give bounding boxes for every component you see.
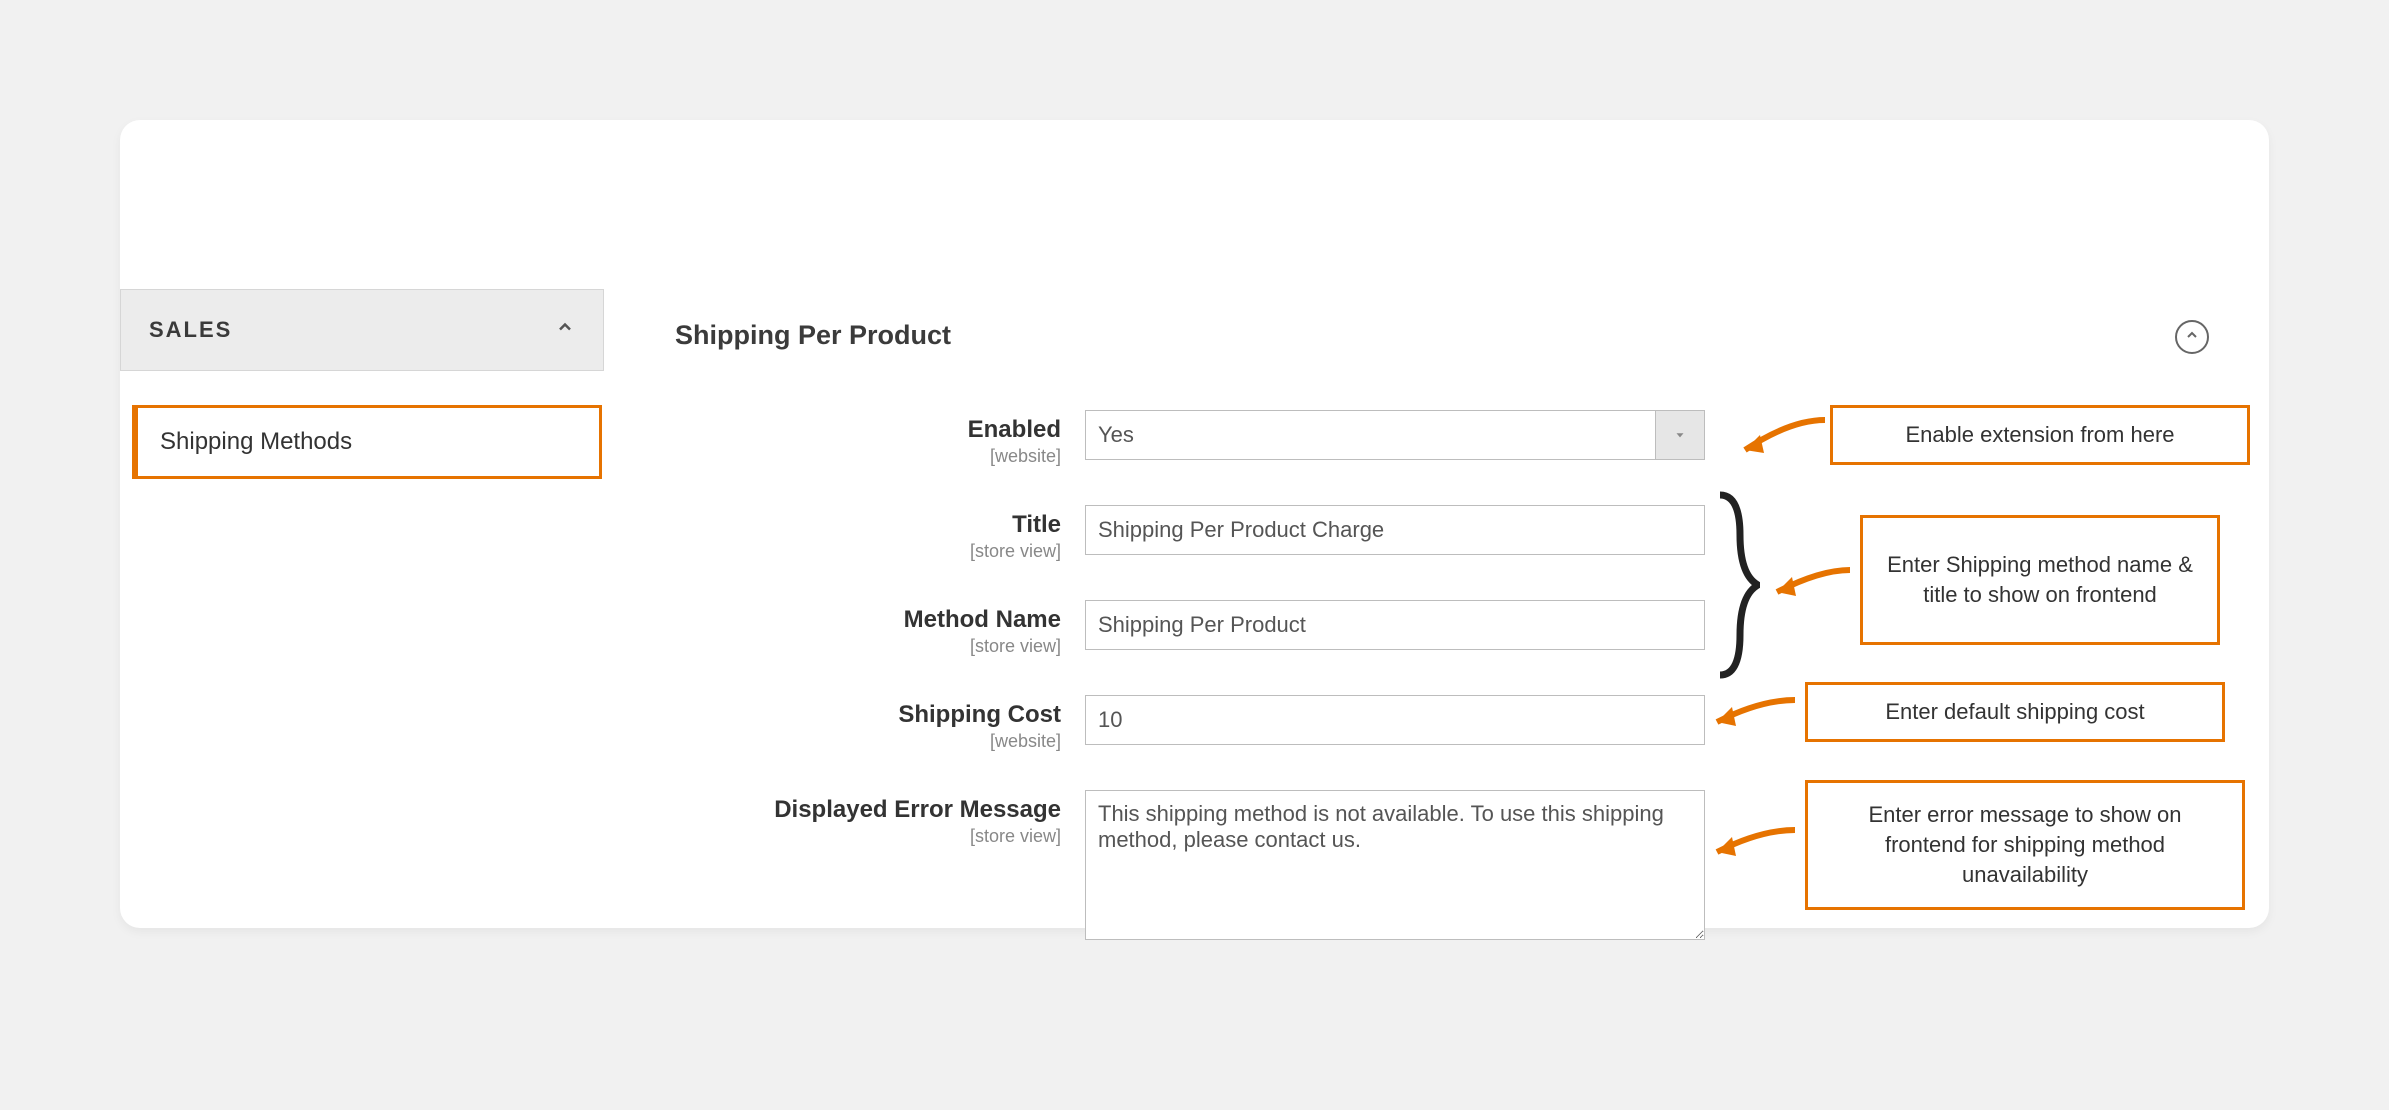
brace-icon <box>1710 490 1760 680</box>
label-method-name: Method Name <box>904 606 1061 633</box>
section-title: Shipping Per Product <box>675 320 951 351</box>
annotation-arrow-icon <box>1765 560 1855 610</box>
input-title[interactable] <box>1085 505 1705 555</box>
annotation-error: Enter error message to show on frontend … <box>1805 780 2245 910</box>
chevron-up-icon <box>2184 327 2200 348</box>
annotation-cost: Enter default shipping cost <box>1805 682 2225 742</box>
input-shipping-cost[interactable] <box>1085 695 1705 745</box>
scope-method-name: [store view] <box>675 636 1061 657</box>
chevron-up-icon <box>555 317 575 343</box>
select-enabled[interactable] <box>1085 410 1705 460</box>
textarea-error-message[interactable] <box>1085 790 1705 940</box>
label-enabled: Enabled <box>968 416 1061 443</box>
sidebar-item-shipping-methods[interactable]: Shipping Methods <box>132 405 602 479</box>
scope-enabled: [website] <box>675 446 1061 467</box>
sidebar-section-sales[interactable]: SALES <box>120 289 604 371</box>
annotation-title-method: Enter Shipping method name & title to sh… <box>1860 515 2220 645</box>
scope-title: [store view] <box>675 541 1061 562</box>
label-error-message: Displayed Error Message <box>774 796 1061 823</box>
label-title: Title <box>1012 511 1061 538</box>
annotation-arrow-icon <box>1705 690 1800 740</box>
sidebar-item-label: Shipping Methods <box>160 428 352 456</box>
label-shipping-cost: Shipping Cost <box>898 701 1061 728</box>
annotation-arrow-icon <box>1705 820 1800 870</box>
scope-error-message: [store view] <box>675 826 1061 847</box>
annotation-enable: Enable extension from here <box>1830 405 2250 465</box>
scope-shipping-cost: [website] <box>675 731 1061 752</box>
input-method-name[interactable] <box>1085 600 1705 650</box>
sidebar: SALES Shipping Methods <box>120 289 604 479</box>
sidebar-section-label: SALES <box>149 317 232 343</box>
collapse-section-button[interactable] <box>2175 320 2209 354</box>
config-panel: SALES Shipping Methods Shipping Per Prod… <box>120 120 2269 928</box>
annotation-arrow-icon <box>1730 415 1830 465</box>
